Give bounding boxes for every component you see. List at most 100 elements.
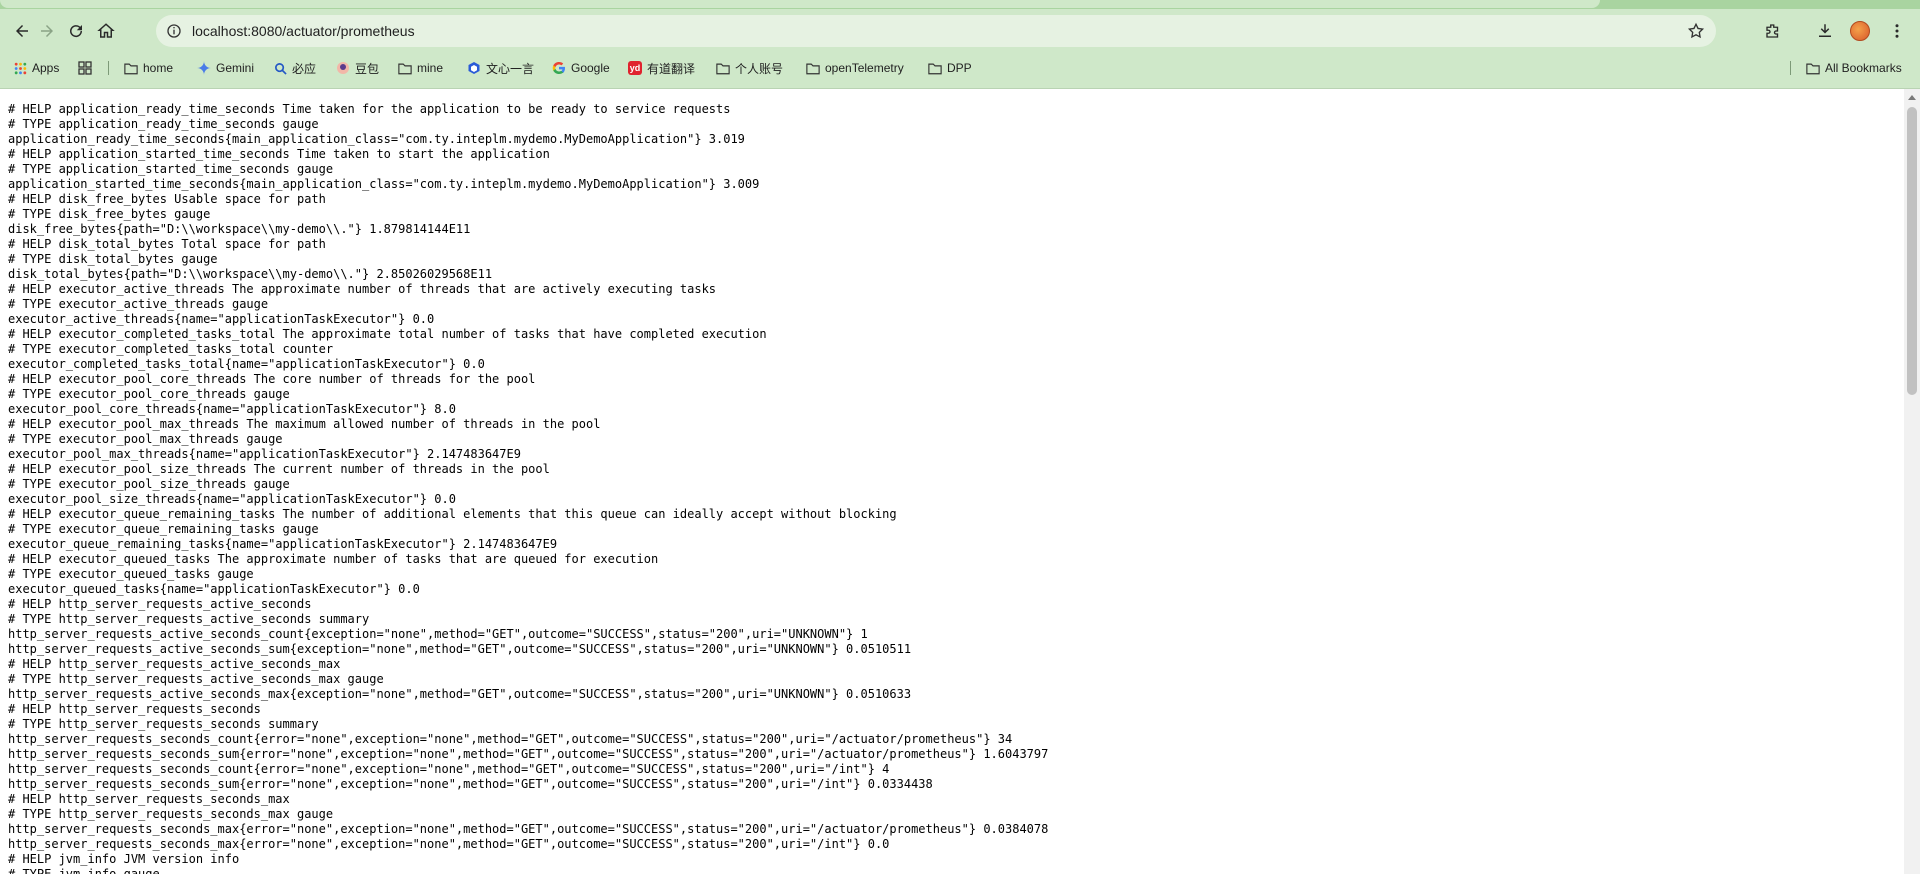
metric-comment-line: # TYPE application_ready_time_seconds ga… (8, 117, 319, 131)
folder-icon (716, 61, 730, 75)
apps-grid-icon (13, 61, 27, 75)
browser-menu-button[interactable] (1882, 16, 1912, 46)
reload-icon (70, 25, 83, 38)
metric-sample-line: executor_pool_max_threads{name="applicat… (8, 447, 521, 461)
address-bar[interactable]: localhost:8080/actuator/prometheus (156, 15, 1716, 47)
metric-comment-line: # HELP executor_queue_remaining_tasks Th… (8, 507, 897, 521)
metric-sample-line: disk_total_bytes{path="D:\\workspace\\my… (8, 267, 493, 281)
bookmarks-separator (1790, 61, 1791, 75)
site-info-icon[interactable] (165, 22, 183, 40)
download-icon (1819, 24, 1831, 37)
metric-comment-line: # HELP executor_queued_tasks The approxi… (8, 552, 659, 566)
bookmarks-separator (108, 61, 109, 75)
home-button[interactable] (91, 16, 121, 46)
metric-comment-line: # HELP http_server_requests_active_secon… (8, 657, 341, 671)
downloads-button[interactable] (1810, 16, 1840, 46)
metric-sample-line: executor_pool_size_threads{name="applica… (8, 492, 456, 506)
page-content: # HELP application_ready_time_seconds Ti… (0, 89, 1904, 874)
metric-comment-line: # TYPE application_started_time_seconds … (8, 162, 334, 176)
metric-comment-line: # HELP application_started_time_seconds … (8, 147, 550, 161)
metric-comment-line: # HELP http_server_requests_active_secon… (8, 597, 312, 611)
metric-comment-line: # HELP disk_total_bytes Total space for … (8, 237, 326, 251)
metric-sample-line: http_server_requests_seconds_sum{error="… (8, 747, 1049, 761)
doubao-icon (336, 61, 350, 75)
prometheus-metrics-text: # HELP application_ready_time_seconds Ti… (8, 102, 1048, 874)
metric-comment-line: # TYPE executor_completed_tasks_total co… (8, 342, 334, 356)
bookmark-folder-dpp[interactable]: DPP (928, 59, 972, 77)
url-text[interactable]: localhost:8080/actuator/prometheus (192, 22, 415, 40)
reload-button[interactable] (61, 16, 91, 46)
browser-toolbar: localhost:8080/actuator/prometheus (0, 10, 1920, 52)
bookmark-apps[interactable]: Apps (13, 59, 59, 77)
extensions-button[interactable] (1758, 16, 1788, 46)
active-tab[interactable] (0, 0, 1600, 8)
metric-sample-line: executor_pool_core_threads{name="applica… (8, 402, 456, 416)
metric-comment-line: # HELP executor_completed_tasks_total Th… (8, 327, 767, 341)
metric-sample-line: http_server_requests_active_seconds_sum{… (8, 642, 912, 656)
metric-sample-line: application_ready_time_seconds{main_appl… (8, 132, 745, 146)
bookmark-label: 个人账号 (735, 61, 784, 76)
bookmark-youdao[interactable]: yd 有道翻译 (628, 59, 695, 77)
metric-comment-line: # HELP executor_pool_max_threads The max… (8, 417, 601, 431)
scroll-up-arrow-icon[interactable] (1908, 95, 1916, 100)
forward-button[interactable] (32, 16, 62, 46)
metric-sample-line: executor_queue_remaining_tasks{name="app… (8, 537, 558, 551)
bookmark-folder-opentelemetry[interactable]: openTelemetry (806, 59, 904, 77)
bookmark-wenxin[interactable]: 文心一言 (467, 59, 534, 77)
metric-comment-line: # HELP http_server_requests_seconds (8, 702, 261, 716)
metric-sample-line: http_server_requests_seconds_count{error… (8, 732, 1013, 746)
folder-icon (398, 61, 412, 75)
bookmark-label: Apps (32, 61, 60, 75)
metric-sample-line: http_server_requests_seconds_max{error="… (8, 822, 1049, 836)
bookmark-label: 有道翻译 (647, 61, 696, 76)
metric-comment-line: # TYPE executor_queue_remaining_tasks ga… (8, 522, 319, 536)
vertical-scrollbar[interactable] (1904, 89, 1920, 874)
bookmark-label: openTelemetry (825, 61, 904, 75)
metric-comment-line: # TYPE executor_active_threads gauge (8, 297, 269, 311)
folder-icon (806, 61, 820, 75)
google-icon (552, 61, 566, 75)
tab-strip (0, 0, 1920, 9)
forward-arrow-icon (41, 25, 53, 37)
metric-comment-line: # HELP executor_pool_size_threads The cu… (8, 462, 550, 476)
bookmark-gemini[interactable]: Gemini (197, 59, 254, 77)
bookmark-google[interactable]: Google (552, 59, 610, 77)
scrollbar-thumb[interactable] (1907, 107, 1917, 395)
metric-comment-line: # TYPE disk_total_bytes gauge (8, 252, 218, 266)
bookmark-star-icon[interactable] (1686, 21, 1706, 41)
metric-comment-line: # TYPE http_server_requests_seconds_max … (8, 807, 334, 821)
tab-groups-button[interactable] (78, 59, 97, 77)
metric-sample-line: executor_active_threads{name="applicatio… (8, 312, 435, 326)
metric-sample-line: http_server_requests_seconds_max{error="… (8, 837, 890, 851)
bookmark-folder-personal[interactable]: 个人账号 (716, 59, 783, 77)
profile-avatar[interactable] (1850, 21, 1870, 41)
bookmark-doubao[interactable]: 豆包 (336, 59, 379, 77)
metric-sample-line: executor_completed_tasks_total{name="app… (8, 357, 485, 371)
bookmark-label: Gemini (216, 61, 255, 75)
bookmark-bing[interactable]: 必应 (273, 59, 316, 77)
gemini-icon (197, 61, 211, 75)
bookmark-folder-home[interactable]: home (124, 59, 173, 77)
bookmark-label: DPP (947, 61, 972, 75)
metric-sample-line: http_server_requests_active_seconds_max{… (8, 687, 912, 701)
all-bookmarks-label: All Bookmarks (1825, 61, 1902, 75)
metric-comment-line: # HELP http_server_requests_seconds_max (8, 792, 290, 806)
back-arrow-icon (16, 25, 28, 37)
metric-comment-line: # TYPE executor_pool_max_threads gauge (8, 432, 283, 446)
bookmark-folder-mine[interactable]: mine (398, 59, 443, 77)
home-icon (97, 23, 115, 38)
metric-comment-line: # TYPE http_server_requests_seconds summ… (8, 717, 319, 731)
bookmarks-bar: Apps home Gemini 必应 豆包 mine 文心一言 Google … (0, 56, 1920, 80)
metric-sample-line: http_server_requests_seconds_count{error… (8, 762, 890, 776)
bookmark-label: mine (417, 61, 444, 75)
metric-comment-line: # TYPE executor_queued_tasks gauge (8, 567, 254, 581)
metric-comment-line: # HELP disk_free_bytes Usable space for … (8, 192, 326, 206)
extensions-puzzle-icon (1766, 24, 1779, 38)
metric-comment-line: # HELP executor_active_threads The appro… (8, 282, 717, 296)
metric-sample-line: application_started_time_seconds{main_ap… (8, 177, 760, 191)
wenxin-icon (467, 61, 481, 75)
metric-comment-line: # TYPE http_server_requests_active_secon… (8, 672, 384, 686)
bookmark-label: 必应 (292, 61, 317, 76)
metric-comment-line: # TYPE executor_pool_size_threads gauge (8, 477, 290, 491)
all-bookmarks-button[interactable]: All Bookmarks (1806, 59, 1902, 77)
